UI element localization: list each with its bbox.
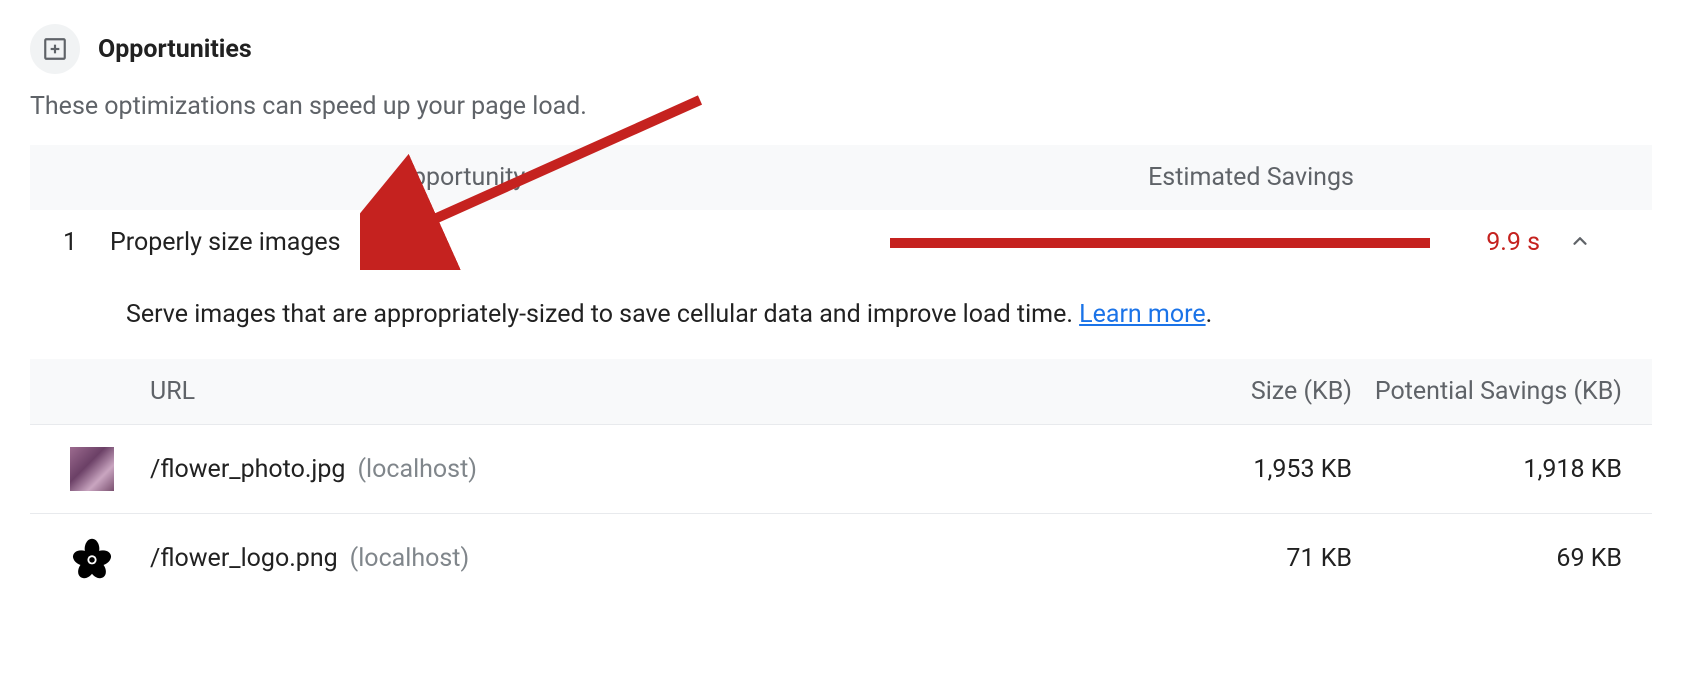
th-size: Size (KB)	[1152, 377, 1372, 406]
url-path[interactable]: /flower_photo.jpg	[150, 455, 345, 484]
opportunities-icon	[30, 24, 80, 74]
details-table: URL Size (KB) Potential Savings (KB) /fl…	[30, 359, 1652, 602]
savings-time: 9.9 s	[1430, 228, 1550, 257]
opportunity-description: Serve images that are appropriately-size…	[30, 276, 1652, 359]
th-potential-savings: Potential Savings (KB)	[1372, 377, 1652, 406]
description-suffix: .	[1206, 300, 1213, 329]
opportunities-table-header: Opportunity Estimated Savings	[30, 145, 1652, 210]
url-host: (localhost)	[357, 455, 476, 484]
savings-value: 1,918 KB	[1372, 455, 1652, 484]
description-text: Serve images that are appropriately-size…	[126, 300, 1079, 329]
savings-bar	[890, 238, 1430, 248]
opportunity-title: Properly size images	[110, 228, 890, 257]
image-thumbnail	[70, 447, 114, 491]
opportunity-index: 1	[30, 228, 110, 257]
table-row: /flower_logo.png (localhost) 71 KB 69 KB	[30, 513, 1652, 602]
url-path[interactable]: /flower_logo.png	[150, 544, 338, 573]
details-header: URL Size (KB) Potential Savings (KB)	[30, 359, 1652, 424]
size-value: 71 KB	[1152, 544, 1372, 573]
size-value: 1,953 KB	[1152, 455, 1372, 484]
chevron-up-icon[interactable]	[1550, 230, 1610, 256]
table-row: /flower_photo.jpg (localhost) 1,953 KB 1,…	[30, 424, 1652, 513]
learn-more-link[interactable]: Learn more	[1079, 300, 1205, 329]
section-subtitle: These optimizations can speed up your pa…	[30, 92, 1652, 121]
savings-value: 69 KB	[1372, 544, 1652, 573]
section-header: Opportunities	[30, 0, 1652, 84]
th-opportunity: Opportunity	[395, 163, 525, 192]
section-title: Opportunities	[98, 35, 252, 64]
url-host: (localhost)	[350, 544, 469, 573]
th-url: URL	[150, 377, 1152, 406]
savings-bar-wrap	[890, 238, 1430, 248]
opportunity-row[interactable]: 1 Properly size images 9.9 s	[30, 210, 1652, 276]
th-savings: Estimated Savings	[1148, 163, 1354, 192]
image-thumbnail	[70, 536, 114, 580]
